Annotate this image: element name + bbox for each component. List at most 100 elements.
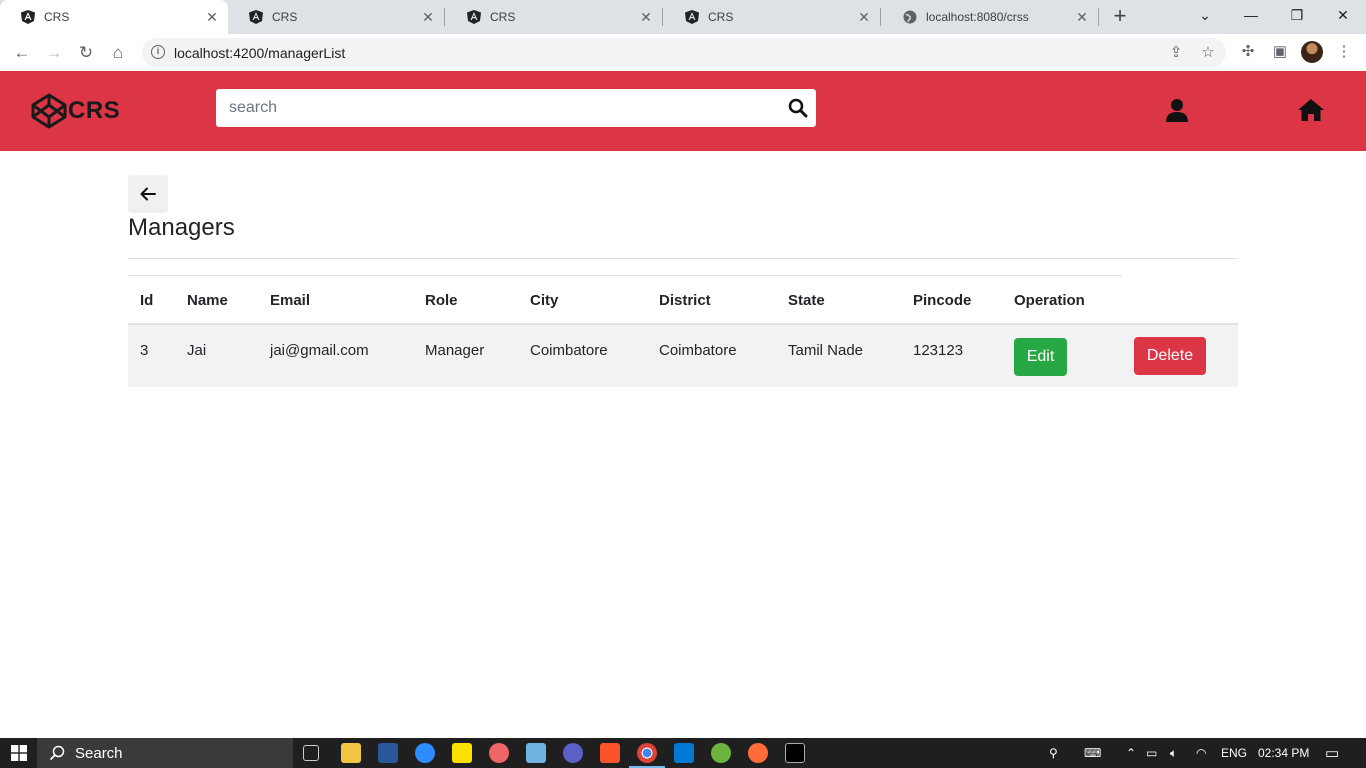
side-panel-icon[interactable]: ▣ (1269, 42, 1291, 64)
cell-state: Tamil Nade (788, 342, 864, 359)
search-icon (49, 745, 65, 761)
tab-separator (662, 8, 663, 26)
angular-icon (20, 9, 36, 25)
notification-icon[interactable]: ▭ (1325, 738, 1339, 768)
search-icon[interactable] (788, 98, 808, 118)
tab-title: CRS (272, 10, 298, 24)
taskbar-search-label: Search (75, 744, 123, 762)
title-divider (128, 258, 1238, 259)
paint-icon[interactable] (489, 743, 509, 763)
browser-tab-crs-1[interactable]: CRS ✕ (0, 0, 228, 34)
user-icon[interactable] (1164, 97, 1190, 123)
postman-icon[interactable] (748, 743, 768, 763)
arrow-left-icon (140, 187, 156, 201)
word-icon[interactable] (378, 743, 398, 763)
bookmark-star-icon[interactable]: ☆ (1198, 44, 1218, 64)
reload-icon[interactable]: ↻ (73, 40, 99, 66)
spring-tool-suite-icon[interactable] (711, 743, 731, 763)
sticky-notes-icon[interactable] (452, 743, 472, 763)
forward-arrow-icon[interactable]: → (41, 40, 67, 66)
tab-search-icon[interactable]: ⌄ (1182, 0, 1228, 30)
tab-title: CRS (44, 10, 70, 24)
app-icon[interactable] (563, 743, 583, 763)
close-icon[interactable]: ✕ (1072, 9, 1092, 26)
app-header: CRS (0, 71, 1366, 151)
restore-button[interactable]: ❐ (1274, 0, 1320, 30)
column-header-id: Id (140, 292, 154, 309)
cell-district: Coimbatore (659, 342, 737, 359)
brave-browser-icon[interactable] (600, 743, 620, 763)
column-header-district: District (659, 292, 711, 309)
menu-dots-icon[interactable]: ⋮ (1333, 42, 1355, 64)
column-header-name: Name (187, 292, 228, 309)
edit-button[interactable]: Edit (1014, 338, 1067, 376)
clock[interactable]: 02:34 PM (1258, 738, 1309, 768)
column-header-state: State (788, 292, 825, 309)
vscode-icon[interactable] (674, 743, 694, 763)
notepad-icon[interactable] (526, 743, 546, 763)
logo-text: CRS (68, 97, 121, 124)
tab-separator (1098, 8, 1099, 26)
cell-city: Coimbatore (530, 342, 608, 359)
windows-taskbar: Search ⚲ ⌨ ⌃ ▭ 🔈︎ ◠ ENG 02:34 PM ▭ (0, 738, 1366, 768)
angular-icon (466, 9, 482, 25)
close-window-button[interactable]: ✕ (1320, 0, 1366, 30)
browser-tab-crs-4[interactable]: CRS ✕ (664, 0, 880, 34)
close-icon[interactable]: ✕ (854, 9, 874, 26)
browser-tab-crs-3[interactable]: CRS ✕ (446, 0, 662, 34)
column-header-city: City (530, 292, 559, 309)
delete-button[interactable]: Delete (1134, 337, 1206, 375)
minimize-button[interactable]: — (1228, 0, 1274, 30)
file-explorer-icon[interactable] (341, 743, 361, 763)
angular-icon (684, 9, 700, 25)
tab-title: CRS (490, 10, 516, 24)
chrome-icon[interactable] (629, 743, 665, 768)
tab-separator (880, 8, 881, 26)
new-tab-button[interactable]: + (1108, 4, 1132, 30)
info-icon[interactable]: i (151, 45, 165, 59)
profile-avatar[interactable] (1301, 41, 1323, 63)
cell-pincode: 123123 (913, 342, 964, 359)
search-input[interactable] (216, 89, 776, 127)
people-icon[interactable]: ⚲ (1049, 738, 1058, 768)
close-icon[interactable]: ✕ (418, 9, 438, 26)
chevron-up-icon[interactable]: ⌃ (1126, 738, 1136, 768)
tab-title: localhost:8080/crss (926, 10, 1029, 24)
close-icon[interactable]: ✕ (202, 9, 222, 26)
share-icon[interactable]: ⇪ (1166, 44, 1186, 64)
url-text[interactable]: localhost:4200/managerList (174, 45, 345, 61)
column-header-role: Role (425, 292, 458, 309)
keyboard-icon[interactable]: ⌨ (1084, 738, 1101, 768)
home-icon[interactable] (1297, 97, 1324, 123)
globe-icon (902, 9, 918, 25)
taskbar-search-box[interactable]: Search (37, 738, 293, 768)
tab-separator (444, 8, 445, 26)
browser-tab-strip: CRS ✕ CRS ✕ CRS ✕ CRS ✕ localhost:8080/c… (0, 0, 1366, 34)
address-bar[interactable]: i localhost:4200/managerList ⇪ ☆ (142, 38, 1226, 67)
back-button[interactable] (128, 175, 168, 213)
battery-icon[interactable]: ▭ (1146, 738, 1157, 768)
back-arrow-icon[interactable]: ← (9, 40, 35, 66)
language-indicator[interactable]: ENG (1221, 738, 1247, 768)
browser-tab-localhost[interactable]: localhost:8080/crss ✕ (882, 0, 1098, 34)
wifi-icon[interactable]: ◠ (1196, 738, 1206, 768)
cell-email: jai@gmail.com (270, 342, 369, 359)
extensions-icon[interactable]: ✣ (1237, 42, 1259, 64)
browser-tab-crs-2[interactable]: CRS ✕ (228, 0, 444, 34)
page-title: Managers (128, 214, 235, 241)
cell-name: Jai (187, 342, 207, 359)
terminal-icon[interactable] (785, 743, 805, 763)
zoom-icon[interactable] (415, 743, 435, 763)
home-icon[interactable]: ⌂ (105, 40, 131, 66)
cell-role: Manager (425, 342, 485, 359)
task-view-icon[interactable] (303, 745, 319, 761)
logo[interactable]: CRS (30, 92, 120, 130)
windows-start-icon[interactable] (0, 738, 37, 768)
volume-icon[interactable]: 🔈︎ (1170, 738, 1177, 768)
column-header-pincode: Pincode (913, 292, 972, 309)
angular-icon (248, 9, 264, 25)
search-bar (216, 89, 816, 127)
table-row: 3 Jai jai@gmail.com Manager Coimbatore C… (128, 325, 1238, 387)
close-icon[interactable]: ✕ (636, 9, 656, 26)
cell-id: 3 (140, 342, 149, 359)
